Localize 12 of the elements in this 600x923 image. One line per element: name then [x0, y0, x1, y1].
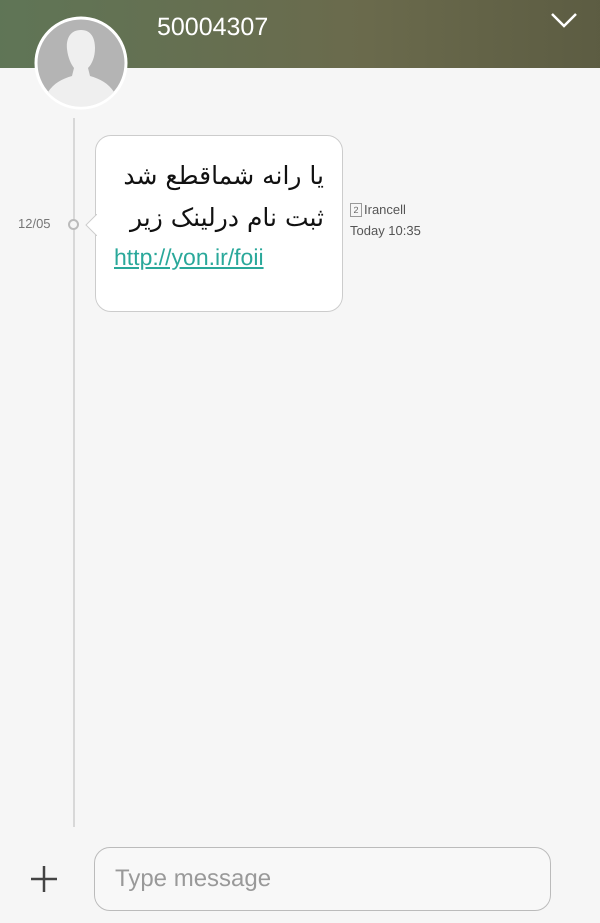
message-date: 12/05: [17, 216, 52, 231]
sim-slot-badge: 2: [350, 202, 362, 216]
sender-name: Irancell: [364, 202, 406, 217]
message-input-field[interactable]: Type message: [94, 847, 551, 911]
chevron-down-icon[interactable]: [550, 12, 578, 28]
message-text: یا رانه شماقطع شد: [123, 160, 324, 192]
timeline-dot: [68, 219, 79, 230]
contact-number: 50004307: [157, 12, 270, 42]
message-time: Today 10:35: [350, 223, 421, 238]
message-link[interactable]: http://yon.ir/foii: [114, 244, 264, 271]
add-attachment-button[interactable]: [28, 863, 60, 895]
message-text: ثبت نام درلینک زیر: [130, 202, 324, 234]
